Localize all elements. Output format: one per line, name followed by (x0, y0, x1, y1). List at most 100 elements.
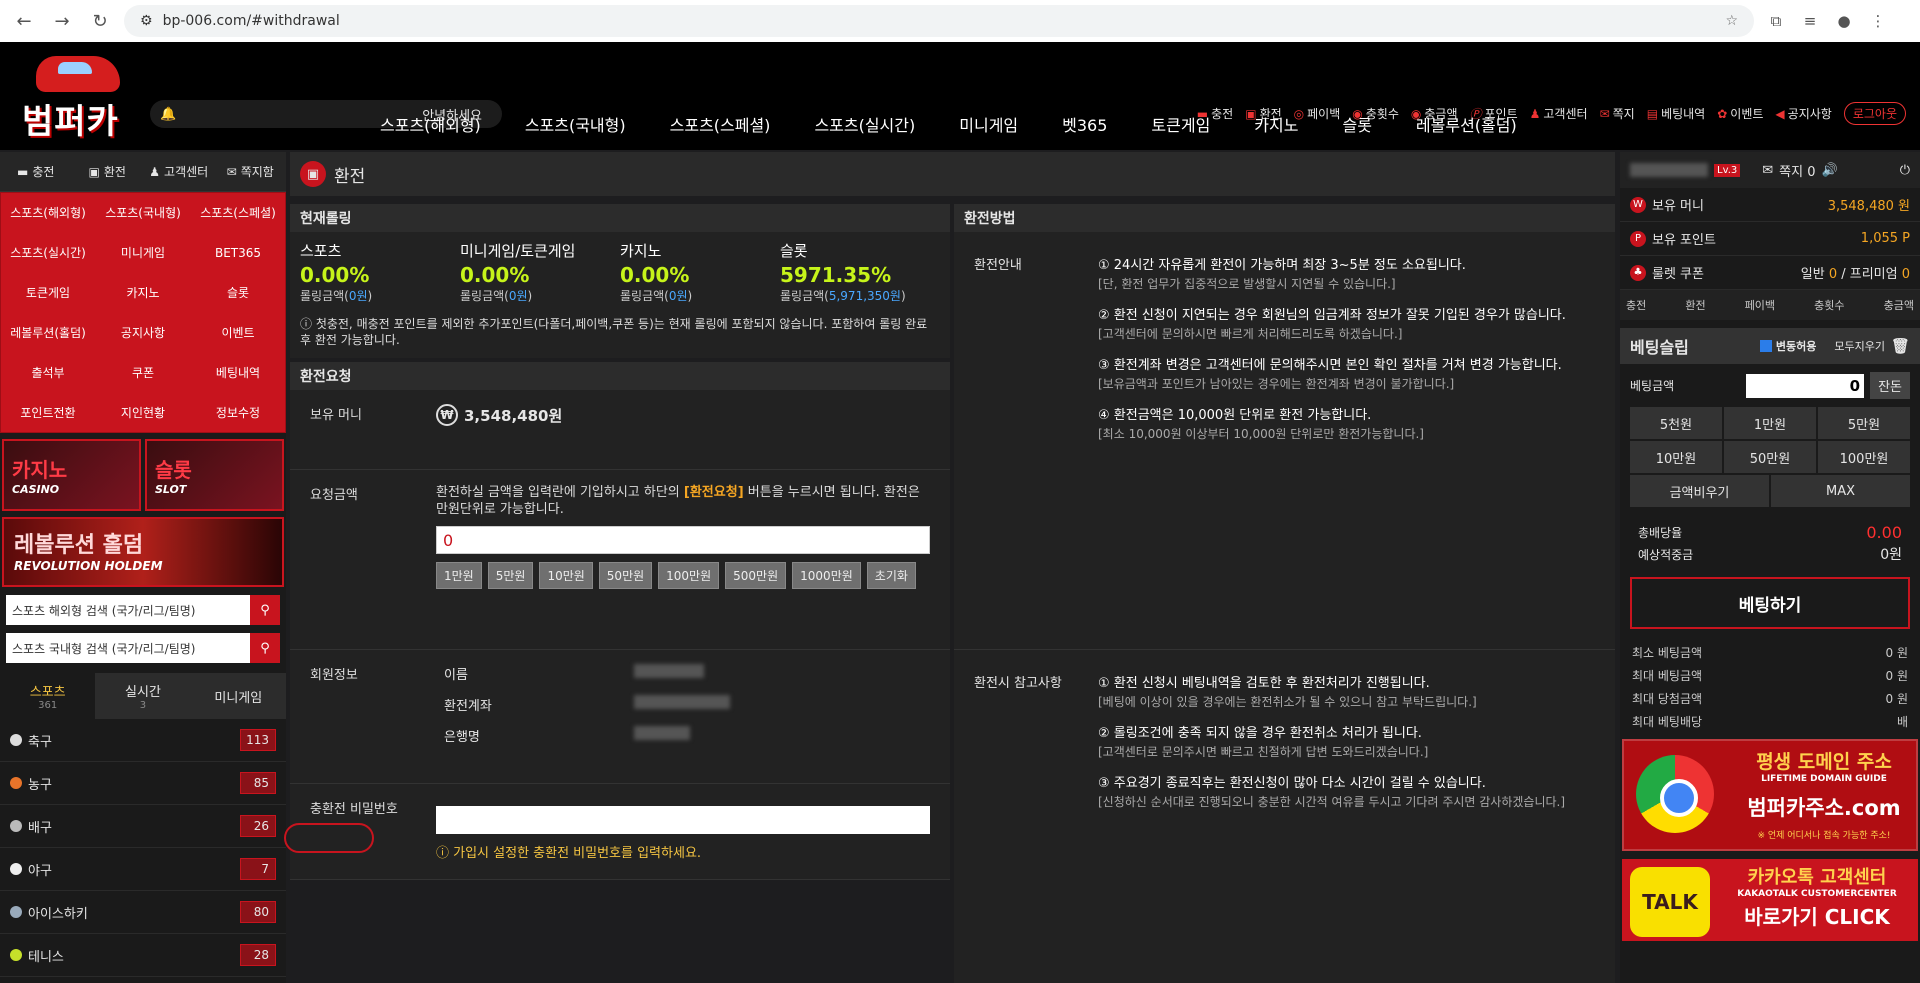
grid-item[interactable]: 정보수정 (191, 393, 285, 432)
tab-live[interactable]: 실시간 3 (95, 673, 191, 719)
grid-item[interactable]: 이벤트 (191, 313, 285, 352)
reload-icon[interactable]: ↻ (86, 11, 114, 32)
odds-change-toggle[interactable]: 변동허용 (1759, 338, 1816, 354)
amount-chip-button[interactable]: 100만원 (658, 562, 720, 589)
trash-icon[interactable]: 🗑 (1891, 337, 1910, 355)
amount-chip-button[interactable]: 1000만원 (792, 562, 861, 589)
bet-amount-button[interactable]: 1만원 (1724, 407, 1816, 439)
bet-amount-button[interactable]: 100만원 (1818, 441, 1910, 473)
search-domestic-input[interactable]: 스포츠 국내형 검색 (국가/리그/팀명) (6, 633, 250, 663)
tab-sports[interactable]: 스포츠 361 (0, 673, 96, 719)
grid-item[interactable]: 베팅내역 (191, 353, 285, 392)
nav-slot[interactable]: 슬롯 (1342, 112, 1371, 136)
menu-icon[interactable]: ⋮ (1866, 12, 1890, 30)
media-icon[interactable]: ≡ (1798, 12, 1822, 30)
quick-support[interactable]: ♟ 고객센터 (143, 152, 215, 191)
password-input[interactable] (436, 806, 930, 834)
change-button[interactable]: 잔돈 (1870, 372, 1910, 399)
top-link-notice[interactable]: ◀ 공지사항 (1775, 105, 1831, 122)
slot-banner[interactable]: 슬롯 SLOT (145, 439, 284, 511)
logout-button[interactable]: 로그아웃 (1843, 102, 1906, 125)
sport-item[interactable]: 축구 113 (0, 719, 286, 762)
user-link-payback[interactable]: 페이백 (1745, 297, 1775, 313)
grid-item[interactable]: 미니게임 (96, 233, 190, 272)
amount-chip-button[interactable]: 5만원 (487, 562, 534, 589)
site-logo[interactable]: 범퍼카 (22, 52, 142, 142)
tab-minigame[interactable]: 미니게임 (190, 673, 286, 719)
amount-chip-button[interactable]: 초기화 (866, 562, 916, 589)
grid-item[interactable]: 공지사항 (96, 313, 190, 352)
amount-chip-button[interactable]: 50만원 (598, 562, 653, 589)
nav-sports-special[interactable]: 스포츠(스페셜) (670, 112, 771, 136)
nav-sports-live[interactable]: 스포츠(실시간) (814, 112, 915, 136)
nav-token[interactable]: 토큰게임 (1151, 112, 1210, 136)
search-overseas-input[interactable]: 스포츠 해외형 검색 (국가/리그/팀명) (6, 595, 250, 625)
amount-input[interactable]: 0 (436, 526, 930, 554)
holdem-banner[interactable]: 레볼루션 홀덤 REVOLUTION HOLDEM (2, 517, 284, 587)
place-bet-button[interactable]: 베팅하기 (1630, 577, 1910, 629)
grid-item[interactable]: 쿠폰 (96, 353, 190, 392)
user-link-amount[interactable]: 충금액 (1884, 297, 1914, 313)
nav-sports-overseas[interactable]: 스포츠(해외형) (380, 112, 481, 136)
search-icon[interactable]: ⚲ (250, 595, 280, 625)
user-link-charge[interactable]: 충전 (1626, 297, 1646, 313)
grid-item[interactable]: 스포츠(실시간) (1, 233, 95, 272)
grid-item[interactable]: 포인트전환 (1, 393, 95, 432)
max-button[interactable]: MAX (1771, 475, 1910, 507)
nav-minigame[interactable]: 미니게임 (959, 112, 1018, 136)
search-icon[interactable]: ⚲ (250, 633, 280, 663)
grid-item[interactable]: 카지노 (96, 273, 190, 312)
quick-inbox[interactable]: ✉ 쪽지함 (215, 152, 287, 191)
grid-item[interactable]: 출석부 (1, 353, 95, 392)
nav-bet365[interactable]: 벳365 (1062, 112, 1107, 136)
back-icon[interactable]: ← (10, 11, 38, 32)
power-icon[interactable]: ⏻ (1900, 163, 1910, 178)
amount-chip-button[interactable]: 1만원 (436, 562, 482, 589)
sport-item[interactable]: 테니스 28 (0, 934, 286, 977)
amount-chip-button[interactable]: 10만원 (539, 562, 593, 589)
bet-amount-button[interactable]: 10만원 (1630, 441, 1722, 473)
site-info-icon[interactable]: ⚙ (140, 13, 153, 29)
nav-sports-domestic[interactable]: 스포츠(국내형) (525, 112, 626, 136)
extensions-icon[interactable]: ⧉ (1764, 12, 1788, 30)
user-link-count[interactable]: 충횟수 (1814, 297, 1844, 313)
quick-charge[interactable]: ▬ 충전 (0, 152, 72, 191)
user-link-withdraw[interactable]: 환전 (1685, 297, 1705, 313)
star-icon[interactable]: ☆ (1725, 13, 1738, 29)
profile-icon[interactable]: ● (1832, 12, 1856, 30)
message-count[interactable]: 쪽지 0 (1779, 161, 1815, 180)
grid-item[interactable]: 레볼루션(홀덤) (1, 313, 95, 352)
nav-casino[interactable]: 카지노 (1254, 112, 1298, 136)
sport-item[interactable]: 배구 26 (0, 805, 286, 848)
sport-item[interactable]: 아이스하키 80 (0, 891, 286, 934)
sound-icon[interactable]: 🔊 (1822, 163, 1838, 178)
bet-amount-input[interactable]: 0 (1746, 373, 1865, 398)
grid-item[interactable]: 지인현황 (96, 393, 190, 432)
sport-item[interactable]: 야구 7 (0, 848, 286, 891)
grid-item[interactable]: 스포츠(스페셜) (191, 193, 285, 232)
grid-item[interactable]: 슬롯 (191, 273, 285, 312)
quick-withdraw[interactable]: ▣ 환전 (72, 152, 144, 191)
domain-banner[interactable]: 평생 도메인 주소 LIFETIME DOMAIN GUIDE 범퍼카주소.com ※… (1622, 739, 1918, 851)
top-link-bet-history[interactable]: ▤ 베팅내역 (1647, 105, 1706, 122)
grid-item[interactable]: 스포츠(해외형) (1, 193, 95, 232)
bet-amount-button[interactable]: 50만원 (1724, 441, 1816, 473)
kakao-banner[interactable]: TALK 카카오톡 고객센터 KAKAOTALK CUSTOMERCENTER 바로가… (1622, 859, 1918, 941)
clear-all-button[interactable]: 모두지우기 (1834, 338, 1885, 354)
reset-amount-button[interactable]: 금액비우기 (1630, 475, 1769, 507)
grid-item[interactable]: BET365 (191, 233, 285, 272)
top-link-event[interactable]: ✿ 이벤트 (1717, 105, 1763, 122)
bet-amount-button[interactable]: 5만원 (1818, 407, 1910, 439)
grid-item[interactable]: 토큰게임 (1, 273, 95, 312)
nav-holdem[interactable]: 레볼루션(홀덤) (1416, 112, 1517, 136)
sport-item[interactable]: 농구 85 (0, 762, 286, 805)
forward-icon[interactable]: → (48, 11, 76, 32)
top-link-support[interactable]: ♟ 고객센터 (1530, 105, 1588, 122)
bet-amount-button[interactable]: 5천원 (1630, 407, 1722, 439)
grid-item[interactable]: 스포츠(국내형) (96, 193, 190, 232)
top-link-message[interactable]: ✉ 쪽지 (1600, 105, 1635, 122)
withdraw-request-button[interactable] (284, 823, 374, 853)
address-bar[interactable]: ⚙ bp-006.com/#withdrawal ☆ (124, 5, 1754, 37)
message-icon[interactable]: ✉ (1762, 163, 1773, 178)
amount-chip-button[interactable]: 500만원 (725, 562, 787, 589)
